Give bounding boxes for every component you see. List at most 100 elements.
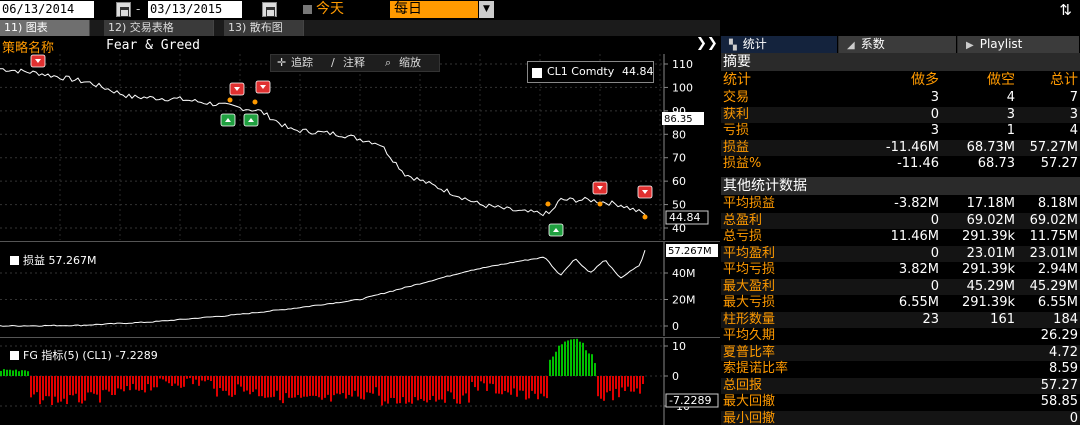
fg-bar <box>594 363 596 376</box>
tab-coeff[interactable]: ◢ 系数 <box>839 36 957 53</box>
strategy-row: 策略名称 Fear & Greed <box>0 37 720 56</box>
fg-bar <box>525 376 527 400</box>
chevron-down-icon[interactable]: ▼ <box>479 1 494 18</box>
fg-bar <box>414 376 416 398</box>
cell-label: 最大亏损 <box>723 295 776 310</box>
col-total: 总计 <box>1050 72 1078 88</box>
fg-bar <box>72 376 74 396</box>
fg-bar <box>435 376 437 402</box>
fg-bar <box>444 376 446 403</box>
cell-short: 69.02M <box>966 212 1015 228</box>
fg-bar <box>198 376 200 386</box>
fg-bar <box>582 342 584 376</box>
tab-chart[interactable]: 11) 图表 <box>0 20 90 36</box>
table-row: 最大回撤 58.85 <box>721 394 1080 410</box>
pencil-icon[interactable]: ∕ <box>331 55 335 71</box>
cell-total: 11.75M <box>1029 229 1078 244</box>
strategy-name[interactable]: Fear & Greed <box>106 38 200 53</box>
fg-bar <box>117 376 119 389</box>
cell-short: 3 <box>1006 106 1015 122</box>
play-icon: ▶ <box>966 40 974 51</box>
fg-bar <box>327 376 329 395</box>
crosshair-icon[interactable]: ✛ <box>277 55 286 71</box>
cell-label: 平均盈利 <box>723 245 776 261</box>
fg-bar <box>36 376 38 393</box>
date-separator: - <box>136 2 141 16</box>
price-tick-label: 70 <box>672 152 686 165</box>
pnl-label-value: 57.267M <box>48 254 97 267</box>
cell-label: 最大回撤 <box>723 394 776 409</box>
trade-dot <box>597 201 603 207</box>
cell-long: 0 <box>930 212 939 228</box>
cell-short: 291.39k <box>961 229 1015 244</box>
fg-bar <box>189 376 191 379</box>
fg-bar <box>426 376 428 403</box>
zoom-button[interactable]: 缩放 <box>399 55 421 71</box>
cell-long: -11.46 <box>897 156 939 171</box>
fg-bar <box>420 376 422 399</box>
fg-bar <box>123 376 125 392</box>
fg-bar <box>21 370 23 376</box>
today-checkbox[interactable] <box>303 5 312 14</box>
fg-bar <box>546 376 548 399</box>
pnl-tick-label: 0 <box>672 320 679 333</box>
fg-bar <box>366 376 368 393</box>
trace-button[interactable]: 追踪 <box>291 55 313 71</box>
fg-bar <box>255 376 257 390</box>
cell-long: 3 <box>930 90 939 105</box>
fg-bar <box>285 376 287 394</box>
fg-bar <box>498 376 500 394</box>
fg-bar <box>216 376 218 397</box>
trade-dot <box>642 214 648 220</box>
cell-label: 损益 <box>723 139 750 155</box>
cell-short: 1 <box>1006 123 1015 138</box>
fg-bar <box>291 376 293 398</box>
sell-marker <box>255 80 271 94</box>
fg-bar <box>630 376 632 392</box>
fg-bar <box>201 376 203 381</box>
start-date-input[interactable]: 06/13/2014 <box>0 1 94 18</box>
end-calendar-icon[interactable] <box>262 2 277 17</box>
fg-bar <box>537 376 539 400</box>
tab-stats[interactable]: ▚ 统计 <box>721 36 838 53</box>
mode-label[interactable]: 今天 <box>312 1 382 18</box>
fg-bar <box>0 370 2 376</box>
cell-label: 平均损益 <box>723 196 776 211</box>
annotate-button[interactable]: 注释 <box>343 55 365 71</box>
fg-label-value: -7.2289 <box>115 349 158 362</box>
end-date-input[interactable]: 03/13/2015 <box>148 1 242 18</box>
magnifier-icon[interactable]: ⌕ <box>385 55 391 71</box>
buy-marker <box>243 113 259 127</box>
price-legend[interactable]: CL1 Comdty 44.84 <box>527 61 654 83</box>
table-row: 交易 3 4 7 <box>721 90 1080 106</box>
pnl-label[interactable]: 损益 57.267M <box>10 252 96 268</box>
fg-bar <box>93 376 95 394</box>
table-row: 获利 0 3 3 <box>721 106 1080 123</box>
start-calendar-icon[interactable] <box>116 2 131 17</box>
fg-bar <box>612 376 614 401</box>
fg-bar <box>618 376 620 398</box>
price-tick-label: 80 <box>672 128 686 141</box>
legend-swatch[interactable] <box>532 68 542 78</box>
pnl-chart[interactable]: 40M 20M 0 57.267M <box>0 242 720 336</box>
fg-bar <box>141 376 143 390</box>
fg-bar <box>507 376 509 393</box>
fg-bar <box>360 376 362 399</box>
fg-bar <box>396 376 398 404</box>
cell-label: 平均久期 <box>723 328 776 343</box>
tab-playlist[interactable]: ▶ Playlist <box>958 36 1080 53</box>
pnl-swatch[interactable] <box>10 256 19 265</box>
collapse-panel-icon[interactable]: ❯❯ <box>696 36 718 51</box>
fg-bar <box>99 376 101 403</box>
refresh-icon[interactable]: ⇅ <box>1059 1 1072 19</box>
fg-swatch[interactable] <box>10 351 19 360</box>
fg-label[interactable]: FG 指标(5) (CL1) -7.2289 <box>10 347 158 363</box>
fg-bar <box>294 376 296 398</box>
fg-bar <box>354 376 356 391</box>
tab-scatter[interactable]: 13) 散布图 <box>224 20 304 36</box>
tab-trade-table[interactable]: 12) 交易表格 <box>104 20 214 36</box>
fg-bar <box>45 376 47 397</box>
fg-bar <box>495 376 497 394</box>
period-select[interactable]: 每日 <box>390 1 478 18</box>
fg-bar <box>84 376 86 401</box>
